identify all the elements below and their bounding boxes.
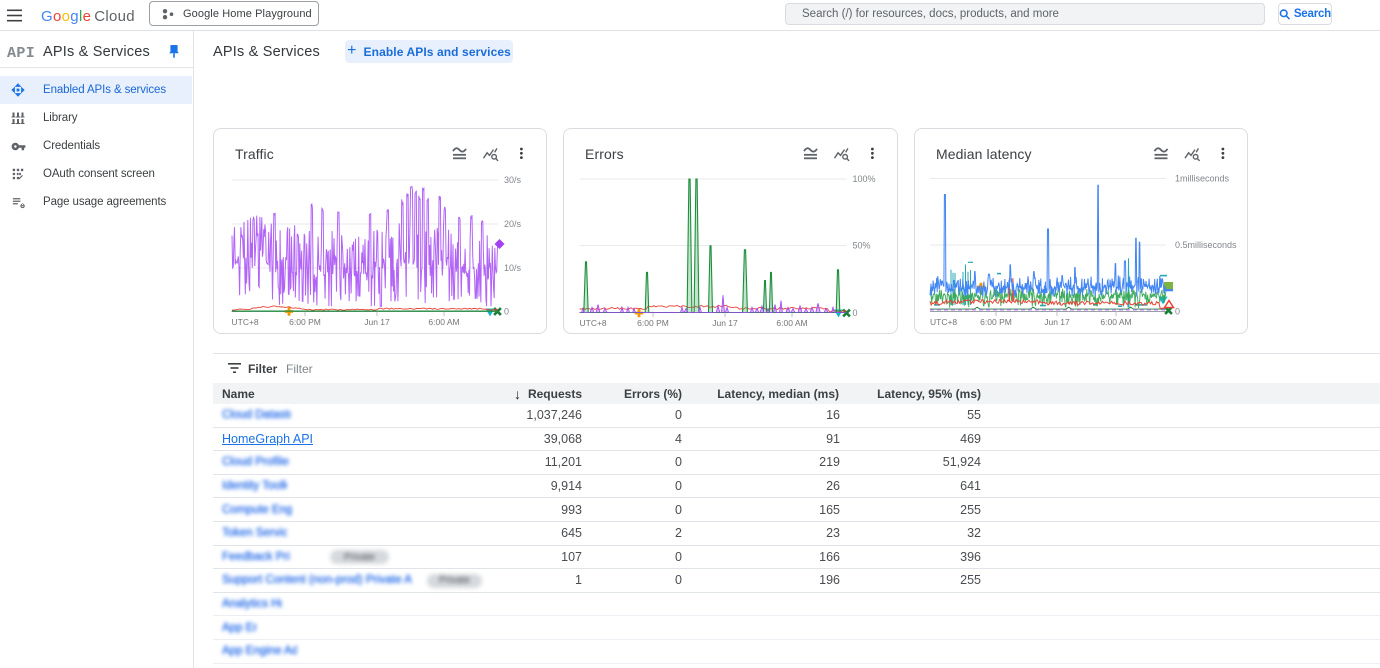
svg-text:6:00 AM: 6:00 AM bbox=[1100, 317, 1131, 327]
svg-text:6:00 AM: 6:00 AM bbox=[428, 317, 459, 327]
svg-text:30/s: 30/s bbox=[504, 175, 522, 185]
svg-text:0: 0 bbox=[1175, 307, 1180, 317]
svg-text:Jun 17: Jun 17 bbox=[364, 317, 390, 327]
svg-text:6:00 PM: 6:00 PM bbox=[289, 317, 321, 327]
svg-text:0.5milliseconds: 0.5milliseconds bbox=[1175, 240, 1237, 250]
svg-text:10/s: 10/s bbox=[504, 263, 522, 273]
svg-text:100%: 100% bbox=[853, 174, 876, 184]
svg-text:20/s: 20/s bbox=[504, 219, 522, 229]
svg-text:6:00 PM: 6:00 PM bbox=[980, 317, 1012, 327]
svg-text:Jun 17: Jun 17 bbox=[712, 318, 738, 328]
svg-text:50%: 50% bbox=[853, 241, 871, 251]
svg-text:0: 0 bbox=[504, 307, 509, 317]
svg-text:Jun 17: Jun 17 bbox=[1044, 317, 1070, 327]
svg-text:0: 0 bbox=[853, 308, 858, 318]
svg-text:6:00 PM: 6:00 PM bbox=[637, 318, 669, 328]
svg-text:UTC+8: UTC+8 bbox=[232, 317, 259, 327]
svg-text:6:00 AM: 6:00 AM bbox=[776, 318, 807, 328]
svg-text:1milliseconds: 1milliseconds bbox=[1175, 174, 1230, 184]
svg-text:UTC+8: UTC+8 bbox=[930, 317, 957, 327]
svg-text:UTC+8: UTC+8 bbox=[580, 318, 607, 328]
